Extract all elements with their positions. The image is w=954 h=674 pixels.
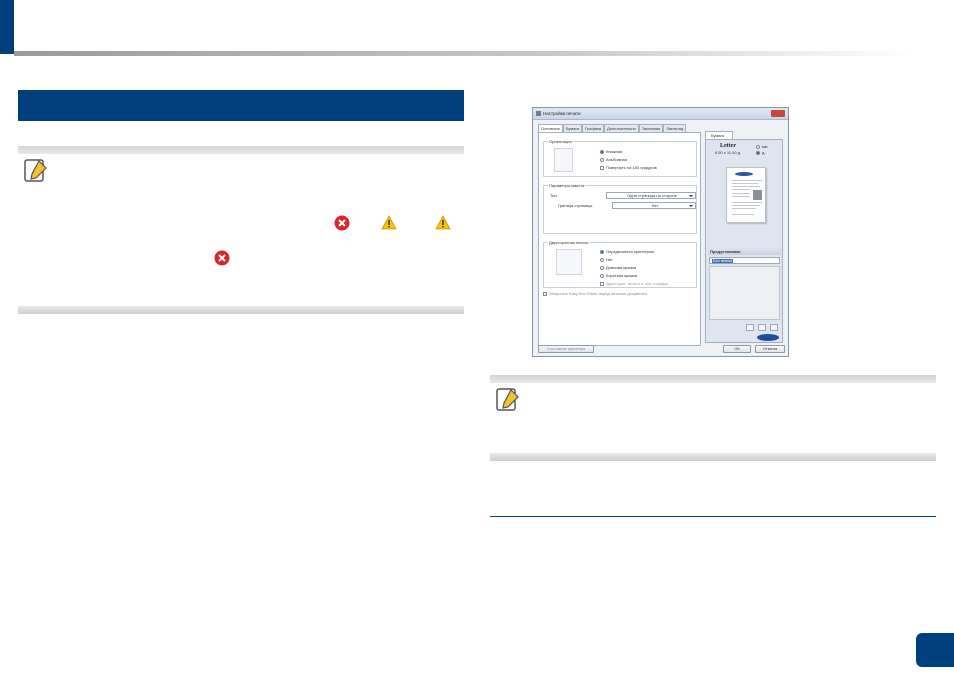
preset-save-button[interactable] xyxy=(758,324,766,331)
duplex-group: Двусторонняя печать Определяется принтер… xyxy=(543,240,697,288)
tab-paper[interactable]: Бумага xyxy=(562,124,583,132)
tab-eco[interactable]: Экономия xyxy=(638,124,664,132)
section-divider xyxy=(490,516,936,517)
duplex-title: Двусторонняя печать xyxy=(548,240,590,245)
preset-selected: Без имени xyxy=(712,258,734,263)
landscape-radio[interactable]: Альбомная xyxy=(600,157,627,162)
orientation-thumbnail xyxy=(554,148,573,172)
presets-dropdown[interactable]: Без имени xyxy=(709,257,780,264)
basic-tab-panel: Ориентация Книжная Альбомная Повернуть н… xyxy=(538,132,701,346)
close-button[interactable] xyxy=(771,110,785,117)
presets-list[interactable] xyxy=(709,266,780,320)
orientation-group: Ориентация Книжная Альбомная Повернуть н… xyxy=(543,139,697,177)
header-rule xyxy=(14,51,914,56)
note-pencil-icon xyxy=(24,159,47,182)
tab-advanced[interactable]: Дополнительно xyxy=(604,124,639,132)
rotate-180-checkbox[interactable]: Повернуть на 180 градусов xyxy=(600,165,657,170)
error-x-icon xyxy=(214,250,230,266)
presets-header: Предустановки xyxy=(708,248,781,255)
tab-graphics[interactable]: Графика xyxy=(582,124,605,132)
preview-body: Letter 8.50 x 11.00 д. мм д. Предустанов… xyxy=(705,139,783,343)
layout-group: Параметры макета Тип Одна страница на ст… xyxy=(543,183,697,234)
duplex-short-edge-radio[interactable]: Короткая кромка xyxy=(600,273,637,278)
warning-triangle-icon xyxy=(435,215,451,230)
preview-tab[interactable]: Бумага xyxy=(705,131,733,139)
note-top-band xyxy=(490,375,936,383)
preset-new-button[interactable] xyxy=(746,324,754,331)
layout-title: Параметры макета xyxy=(548,183,586,188)
unit-mm-radio[interactable]: мм xyxy=(756,144,768,149)
preview-pane: Бумага Letter 8.50 x 11.00 д. мм д. Пред… xyxy=(705,131,783,343)
dialog-title: Настройка печати xyxy=(543,111,581,116)
printer-app-icon xyxy=(536,111,541,116)
dialog-tabs: Основные Бумага Графика Дополнительно Эк… xyxy=(538,124,687,132)
note-pencil-icon xyxy=(496,388,519,411)
paper-size: 8.50 x 11.00 д. xyxy=(714,150,742,155)
duplex-none-radio[interactable]: Нет xyxy=(600,257,613,262)
printer-status-button[interactable]: Состояние принтера xyxy=(538,345,594,353)
warning-triangle-icon xyxy=(381,215,397,230)
orientation-title: Ориентация xyxy=(548,139,573,144)
page-border-dropdown[interactable]: Нет xyxy=(612,202,696,209)
section-title-bar xyxy=(18,90,464,121)
cancel-button[interactable]: Отмена xyxy=(755,345,785,353)
error-x-icon xyxy=(334,215,350,231)
samsung-logo xyxy=(757,334,779,341)
note-bottom-band xyxy=(490,453,936,461)
easy-eco-checkbox[interactable]: Запустить Easy Eco Driver перед печатью … xyxy=(543,291,647,296)
preset-delete-button[interactable] xyxy=(770,324,778,331)
paper-name: Letter xyxy=(720,143,736,149)
header-accent-bar xyxy=(0,0,14,54)
duplex-thumbnail xyxy=(556,249,582,275)
page-border-label: Граница страницы xyxy=(558,203,593,208)
layout-type-dropdown[interactable]: Одна страница на стороне xyxy=(606,192,696,199)
page-number-tab xyxy=(916,633,954,667)
portrait-radio[interactable]: Книжная xyxy=(600,149,622,154)
tab-basic[interactable]: Основные xyxy=(538,124,563,132)
ok-button[interactable]: ОК xyxy=(723,345,751,353)
note-top-band xyxy=(18,146,464,154)
note-box-right xyxy=(490,375,936,461)
duplex-reverse-checkbox[interactable]: Двусторон. печать в обр. порядке xyxy=(600,281,668,286)
note-box-left xyxy=(18,146,464,316)
page-preview xyxy=(726,167,766,223)
dialog-titlebar: Настройка печати xyxy=(533,108,788,120)
duplex-long-edge-radio[interactable]: Длинная кромка xyxy=(600,265,636,270)
type-label: Тип xyxy=(550,193,557,198)
unit-inch-radio[interactable]: д. xyxy=(756,150,765,155)
duplex-printer-default-radio[interactable]: Определяется принтером xyxy=(600,249,654,254)
tab-samsung[interactable]: Samsung xyxy=(663,124,687,132)
printing-preferences-dialog: Настройка печати Основные Бумага Графика… xyxy=(532,107,789,357)
note-bottom-band xyxy=(18,306,464,314)
